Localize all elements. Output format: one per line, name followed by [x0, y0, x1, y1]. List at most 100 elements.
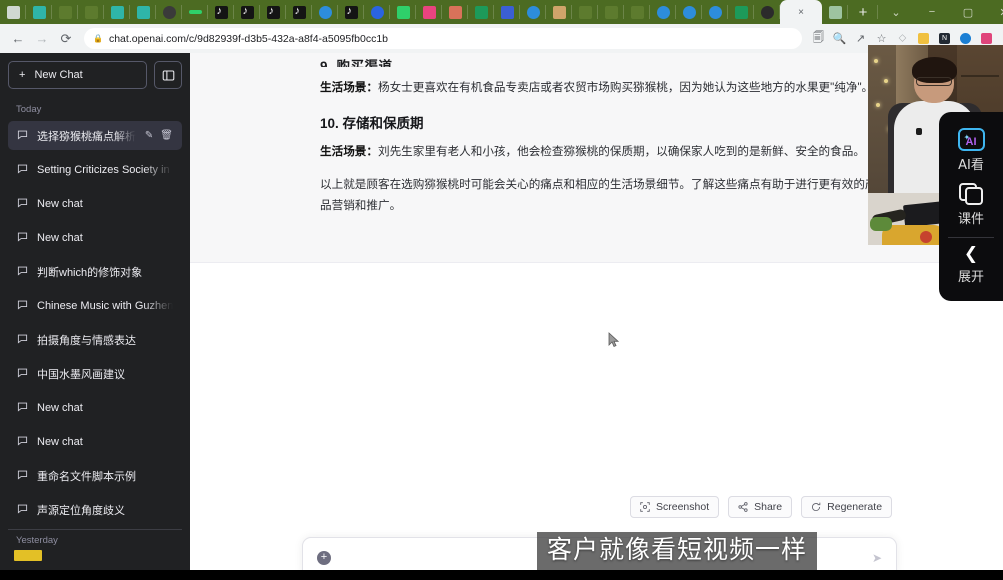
regenerate-button[interactable]: Regenerate [801, 496, 893, 518]
tab-favicon [828, 5, 842, 19]
tab-favicon [266, 4, 280, 19]
send-button-icon[interactable]: ➤ [872, 551, 882, 565]
chat-bubble-icon [17, 469, 28, 483]
chat-history-item[interactable]: 中国水墨风画建议 [8, 359, 182, 388]
browser-tab[interactable] [234, 0, 260, 24]
chat-bubble-icon [17, 333, 28, 347]
browser-tab[interactable] [130, 0, 156, 24]
browser-tab[interactable] [26, 0, 52, 24]
panel-label-ai-view: AI看 [958, 158, 984, 173]
chat-history-item[interactable]: New chat [8, 427, 182, 456]
browser-tab[interactable] [416, 0, 442, 24]
chat-bubble-icon [17, 401, 28, 415]
chat-history-item[interactable]: Setting Criticizes Society in [8, 155, 182, 184]
browser-tab[interactable] [78, 0, 104, 24]
tab-favicon [630, 5, 644, 19]
chat-history-item[interactable]: New chat [8, 223, 182, 252]
panel-item-courseware[interactable]: 课件 [939, 177, 1003, 231]
browser-tab[interactable] [442, 0, 468, 24]
chat-history-label: 重命名文件脚本示例 [37, 470, 136, 483]
browser-tab[interactable] [598, 0, 624, 24]
tab-favicon [58, 5, 72, 19]
browser-tab[interactable] [390, 0, 416, 24]
new-tab-button[interactable]: + [848, 0, 878, 24]
panel-item-collapse[interactable]: ❮ 展开 [939, 240, 1003, 289]
browser-toolbar: ← → ⟳ 🔒 chat.openai.com/c/9d82939f-d3b5-… [0, 24, 1003, 53]
delete-icon[interactable]: 🗑 [160, 130, 173, 141]
browser-tab[interactable] [0, 0, 26, 24]
chat-bubble-icon [17, 299, 28, 313]
browser-window: × + ⌄ − ▢ ✕ ← → ⟳ 🔒 chat.openai.com/c/9d… [0, 0, 1003, 580]
browser-tab[interactable] [286, 0, 312, 24]
search-icon[interactable]: 🔍 [829, 28, 850, 49]
browser-tab[interactable] [822, 0, 848, 24]
browser-tab[interactable] [312, 0, 338, 24]
chat-history-item[interactable]: 选择猕猴桃痛点解析 ✎ 🗑 [8, 121, 182, 150]
browser-tab[interactable] [468, 0, 494, 24]
browser-tab[interactable] [260, 0, 286, 24]
browser-tab[interactable] [624, 0, 650, 24]
chat-history-item[interactable]: Chinese Music with Guzheng [8, 291, 182, 320]
screenshot-button[interactable]: Screenshot [630, 496, 720, 518]
back-button[interactable]: ← [6, 27, 30, 51]
tab-favicon [240, 4, 254, 19]
browser-tab[interactable] [650, 0, 676, 24]
sidebar-toggle-icon[interactable] [154, 61, 182, 89]
tab-favicon [188, 10, 202, 14]
chat-history-item[interactable]: 声源定位角度歧义 [8, 495, 182, 524]
browser-tab[interactable] [156, 0, 182, 24]
chat-bubble-icon [17, 231, 28, 245]
chat-bubble-icon [17, 435, 28, 449]
browser-tab[interactable] [702, 0, 728, 24]
tab-favicon [162, 5, 176, 19]
browser-tab[interactable] [754, 0, 780, 24]
forward-button[interactable]: → [30, 27, 54, 51]
scenario-label: 生活场景： [320, 81, 378, 94]
chat-bubble-icon [17, 163, 28, 177]
slides-icon [958, 183, 984, 205]
attach-plus-icon[interactable]: + [317, 551, 331, 565]
tab-favicon [604, 5, 618, 19]
subtitle-overlay: 客户就像看短视频一样 [537, 532, 818, 570]
maximize-button[interactable]: ▢ [950, 0, 986, 24]
browser-tab[interactable] [572, 0, 598, 24]
browser-tab[interactable] [182, 0, 208, 24]
reload-button[interactable]: ⟳ [54, 27, 78, 51]
new-chat-button[interactable]: + New Chat [8, 61, 147, 89]
browser-tab-active[interactable]: × [780, 0, 822, 24]
chat-history-item[interactable]: New chat [8, 393, 182, 422]
tab-favicon [32, 5, 46, 19]
browser-tab[interactable] [52, 0, 78, 24]
chat-history-label: 声源定位角度歧义 [37, 504, 125, 517]
browser-tab[interactable] [676, 0, 702, 24]
panel-label-collapse: 展开 [957, 270, 984, 285]
address-bar[interactable]: 🔒 chat.openai.com/c/9d82939f-d3b5-432a-a… [84, 28, 802, 49]
screen-bottom-strip [0, 570, 1003, 580]
chat-history-item[interactable]: 判断which的修饰对象 [8, 257, 182, 286]
browser-tab[interactable] [494, 0, 520, 24]
tab-close-icon[interactable]: × [798, 7, 804, 18]
chat-history-list: 选择猕猴桃痛点解析 ✎ 🗑 Setting Criticizes Society in… [8, 121, 182, 524]
browser-tab[interactable] [520, 0, 546, 24]
chat-history-item[interactable]: New chat [8, 189, 182, 218]
tab-favicon [110, 5, 124, 19]
share-button[interactable]: Share [728, 496, 793, 518]
translate-icon[interactable]: 🗐 [808, 28, 829, 49]
tab-favicon [422, 5, 436, 19]
browser-tab[interactable] [208, 0, 234, 24]
chat-bubble-icon [17, 129, 28, 143]
paragraph-summary: 以上就是顾客在选购猕猴桃时可能会关心的痛点和相应的生活场景细节。了解这些痛点有助… [320, 177, 877, 213]
browser-tab[interactable] [338, 0, 364, 24]
browser-tab[interactable] [728, 0, 754, 24]
browser-tab[interactable] [546, 0, 572, 24]
tab-favicon [500, 5, 514, 19]
tab-search-button[interactable]: ⌄ [878, 0, 914, 24]
chat-history-item[interactable]: 拍摄角度与情感表达 [8, 325, 182, 354]
chat-history-item[interactable]: 重命名文件脚本示例 [8, 461, 182, 490]
browser-tab[interactable] [104, 0, 130, 24]
minimize-button[interactable]: − [914, 0, 950, 24]
window-close-button[interactable]: ✕ [986, 0, 1003, 24]
panel-item-ai-view[interactable]: ✦ AI AI看 [939, 122, 1003, 177]
browser-tab[interactable] [364, 0, 390, 24]
edit-icon[interactable]: ✎ [145, 130, 153, 141]
